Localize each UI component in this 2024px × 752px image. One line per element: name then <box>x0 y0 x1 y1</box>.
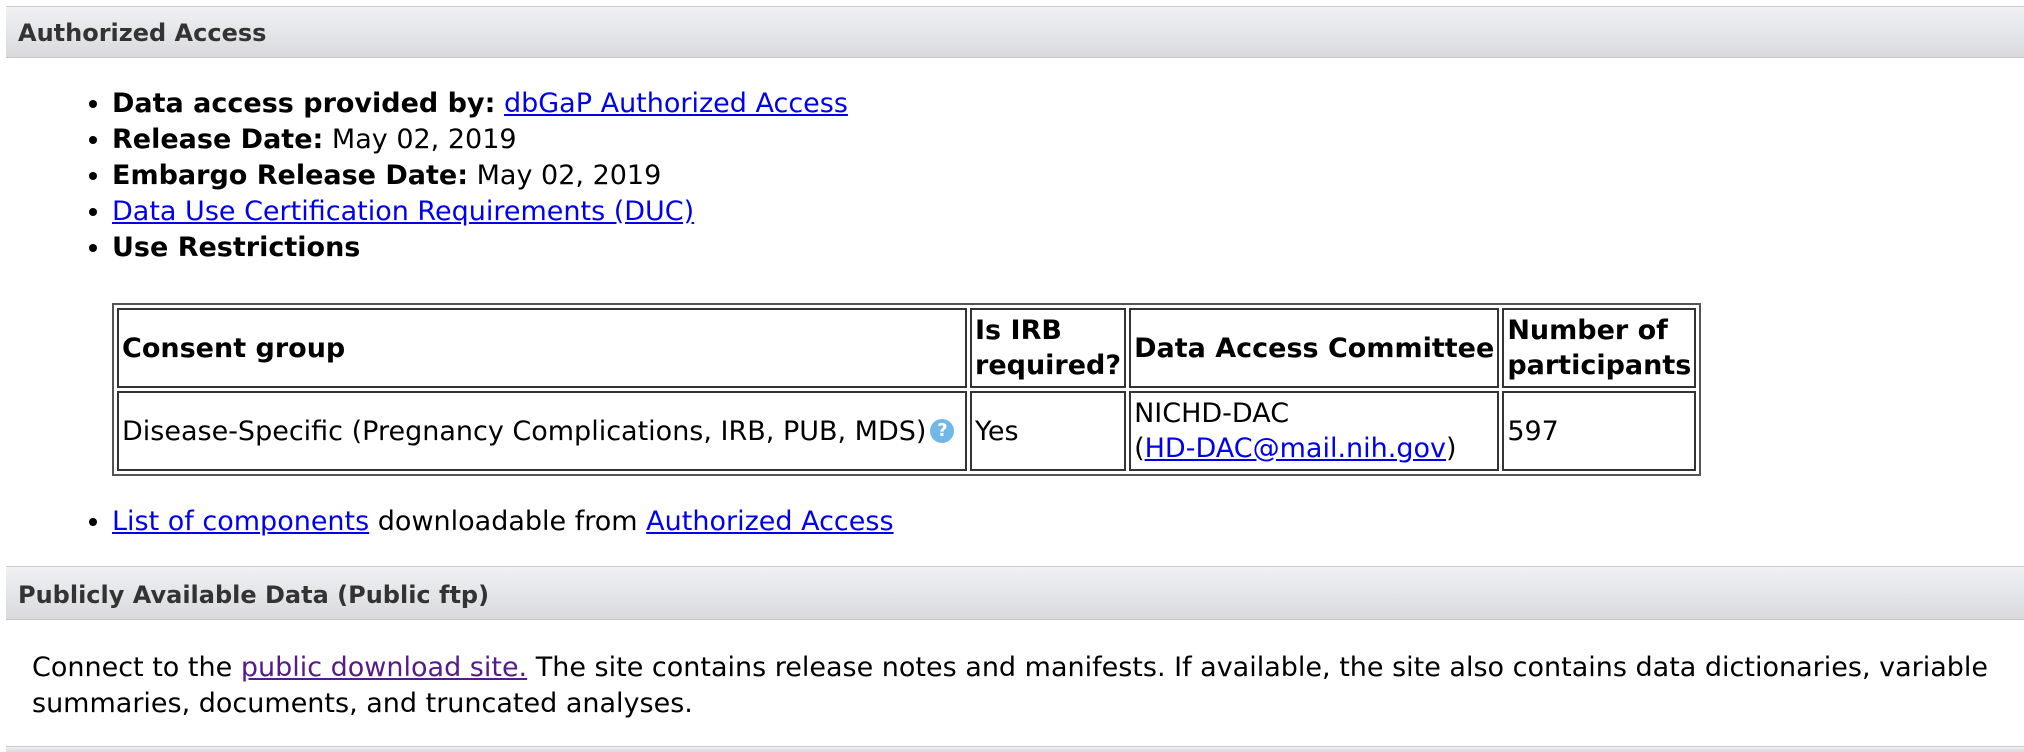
public-data-header: Publicly Available Data (Public ftp) <box>6 566 2024 620</box>
duc-item: Data Use Certification Requirements (DUC… <box>112 194 848 230</box>
release-date-label: Release Date: <box>112 124 324 155</box>
components-list: List of components downloadable from Aut… <box>72 504 894 540</box>
dac-email-link[interactable]: HD-DAC@mail.nih.gov <box>1145 433 1446 464</box>
consent-group-header: Consent group <box>117 308 967 388</box>
embargo-date-label: Embargo Release Date: <box>112 160 469 191</box>
embargo-date-item: Embargo Release Date: May 02, 2019 <box>112 158 848 194</box>
public-data-title: Publicly Available Data (Public ftp) <box>18 581 490 609</box>
authorized-access-list: Data access provided by: dbGaP Authorize… <box>72 86 848 266</box>
public-data-paragraph: Connect to the public download site. The… <box>32 650 1992 722</box>
use-restrictions-item: Use Restrictions <box>112 230 848 266</box>
authorized-access-link[interactable]: Authorized Access <box>646 506 893 537</box>
irb-required-cell: Yes <box>970 391 1127 471</box>
use-restrictions-label: Use Restrictions <box>112 232 361 263</box>
authorized-access-title: Authorized Access <box>18 19 267 47</box>
data-access-label: Data access provided by: <box>112 88 496 119</box>
duc-link[interactable]: Data Use Certification Requirements (DUC… <box>112 196 694 227</box>
data-access-item: Data access provided by: dbGaP Authorize… <box>112 86 848 122</box>
authorized-access-header: Authorized Access <box>6 6 2024 58</box>
dbgap-authorized-access-link[interactable]: dbGaP Authorized Access <box>504 88 848 119</box>
release-date-value: May 02, 2019 <box>331 124 517 155</box>
embargo-date-value: May 02, 2019 <box>476 160 662 191</box>
consent-group-value: Disease-Specific (Pregnancy Complication… <box>122 415 927 447</box>
table-row: Disease-Specific (Pregnancy Complication… <box>117 391 1697 471</box>
irb-header-line1: Is IRB <box>975 315 1062 346</box>
irb-header-line2: required? <box>975 350 1122 381</box>
dac-close-paren: ) <box>1446 433 1457 464</box>
public-download-link[interactable]: public download site. <box>241 652 527 683</box>
participants-header-line1: Number of <box>1507 315 1668 346</box>
next-section-header <box>6 746 2024 752</box>
dac-header: Data Access Committee <box>1129 308 1500 388</box>
consent-group-cell: Disease-Specific (Pregnancy Complication… <box>117 391 967 471</box>
dac-cell: NICHD-DAC (HD-DAC@mail.nih.gov) <box>1129 391 1500 471</box>
consent-table-header-row: Consent group Is IRB required? Data Acces… <box>117 308 1697 388</box>
components-item: List of components downloadable from Aut… <box>112 504 894 540</box>
question-circle-icon[interactable]: ? <box>930 418 955 443</box>
consent-table: Consent group Is IRB required? Data Acces… <box>112 303 1702 476</box>
dac-open-paren: ( <box>1134 433 1145 464</box>
release-date-item: Release Date: May 02, 2019 <box>112 122 848 158</box>
irb-required-header: Is IRB required? <box>970 308 1127 388</box>
public-intro-text: Connect to the <box>32 652 233 683</box>
participants-cell: 597 <box>1502 391 1697 471</box>
dac-name: NICHD-DAC <box>1134 398 1290 429</box>
list-of-components-link[interactable]: List of components <box>112 506 369 537</box>
components-middle-text: downloadable from <box>377 506 638 537</box>
participants-header-line2: participants <box>1507 350 1692 381</box>
participants-header: Number of participants <box>1502 308 1697 388</box>
